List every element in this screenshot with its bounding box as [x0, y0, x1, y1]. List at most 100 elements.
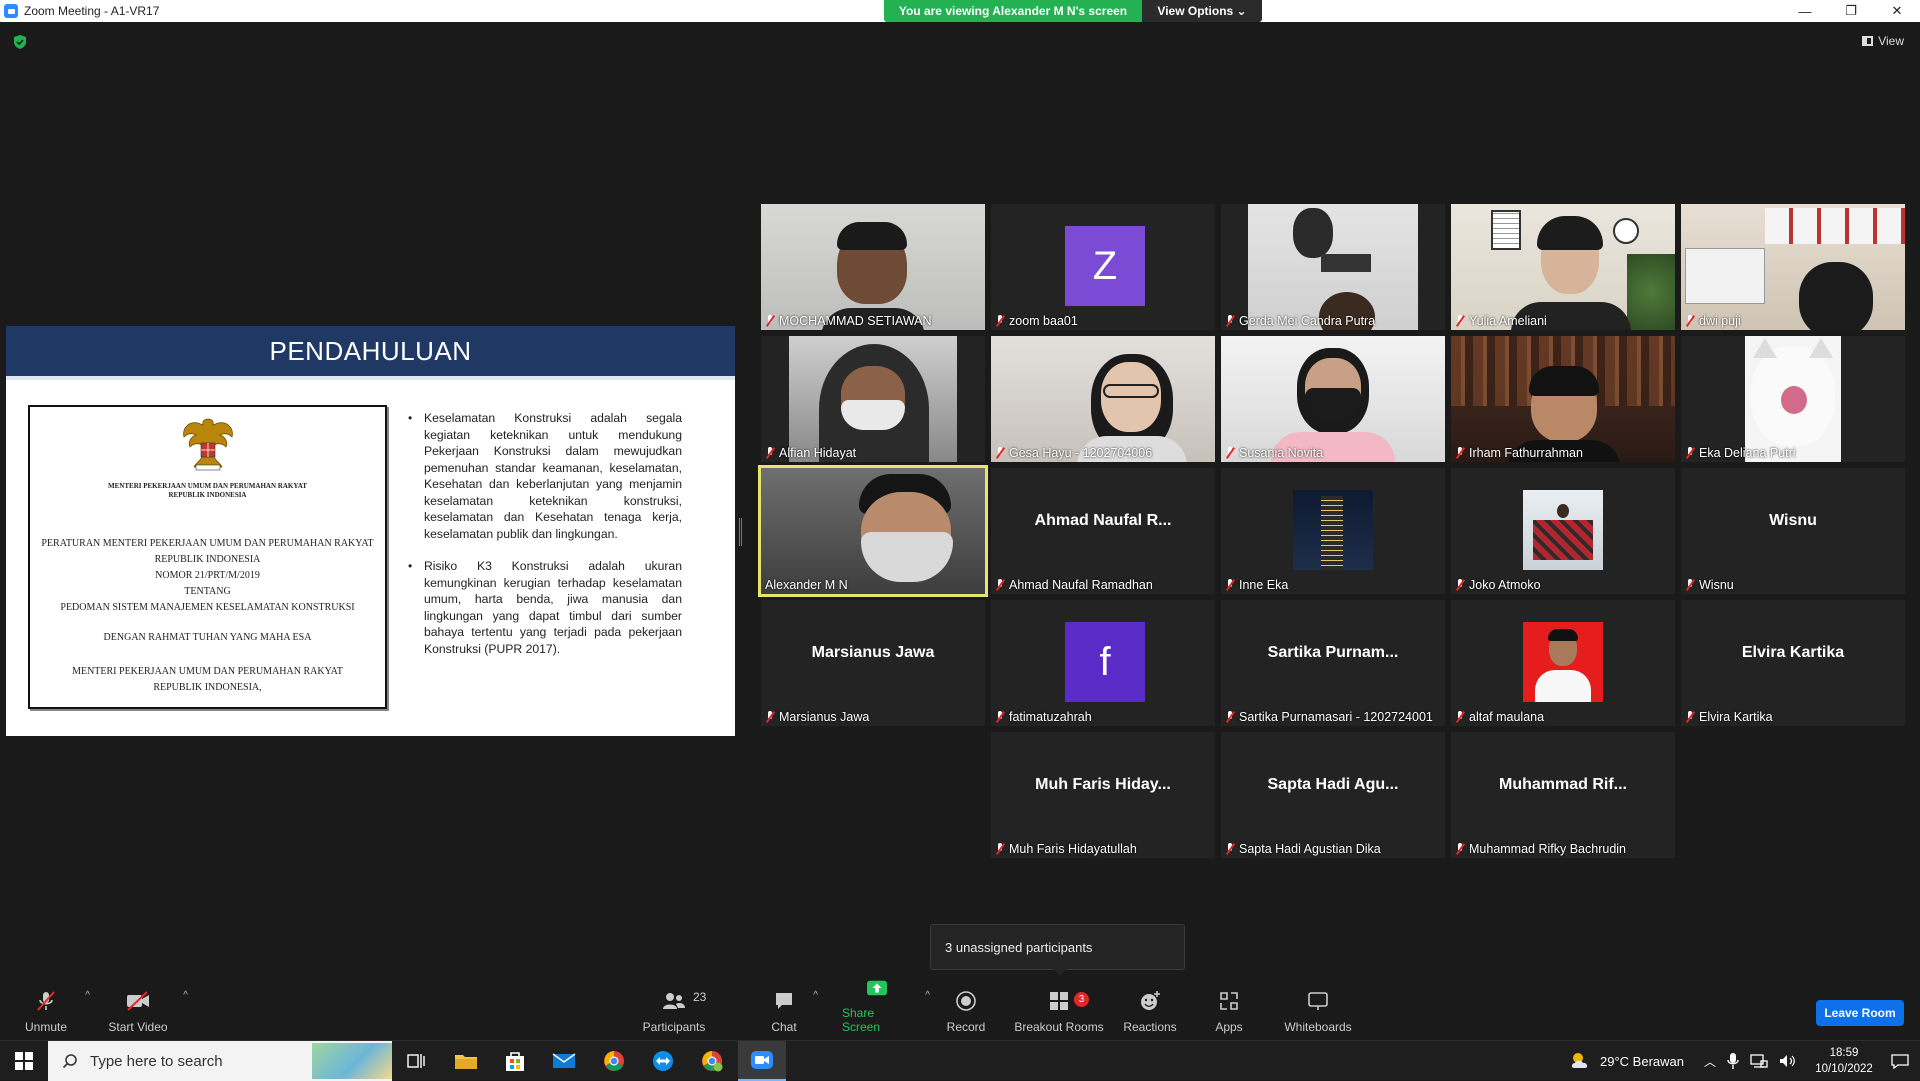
video-tile[interactable]: Gesa Hayu - 1202704006 [991, 336, 1215, 462]
figure-shawl [1533, 520, 1593, 560]
participant-display-name: Elvira Kartika [1741, 644, 1845, 661]
video-tile[interactable]: Ahmad Naufal R... Ahmad Naufal Ramadhan [991, 468, 1215, 594]
participant-name: Wisnu [1699, 578, 1734, 592]
split-view-drag-handle[interactable] [739, 518, 742, 546]
chrome-taskbar-icon[interactable] [590, 1041, 638, 1081]
chat-button[interactable]: Chat ^ [768, 978, 818, 1040]
wall-decoration [1293, 208, 1333, 258]
mic-muted-icon [995, 315, 1005, 327]
record-button[interactable]: Record [946, 978, 986, 1040]
video-tile[interactable]: Inne Eka [1221, 468, 1445, 594]
unassigned-participants-tooltip[interactable]: 3 unassigned participants [930, 924, 1185, 976]
close-button[interactable]: ✕ [1874, 0, 1920, 22]
task-view-button[interactable] [392, 1041, 440, 1081]
whiteboard [1685, 248, 1765, 304]
taskbar-search-box[interactable]: Type here to search [48, 1041, 392, 1081]
video-tile[interactable]: Joko Atmoko [1451, 468, 1675, 594]
view-options-button[interactable]: View Options ⌄ [1142, 0, 1262, 22]
unmute-button[interactable]: Unmute ^ [20, 978, 90, 1040]
teamviewer-taskbar-icon[interactable] [639, 1041, 687, 1081]
view-button[interactable]: View [1862, 34, 1904, 48]
microphone-muted-icon [37, 991, 55, 1011]
document-footer-block: MENTERI PEKERJAAN UMUM DAN PERUMAHAN RAK… [30, 664, 385, 696]
mic-muted-icon [1685, 579, 1695, 591]
video-tile[interactable]: Eka Deliana Putri [1681, 336, 1905, 462]
participant-display-name: Muh Faris Hiday... [1035, 776, 1171, 793]
mic-muted-icon [765, 447, 775, 459]
video-tile[interactable]: Wisnu Wisnu [1681, 468, 1905, 594]
weather-text[interactable]: 29°C Berawan [1600, 1054, 1684, 1069]
participant-name-label: Wisnu [1685, 578, 1734, 592]
weather-partly-cloudy-icon [1571, 1053, 1588, 1068]
share-screen-button[interactable]: Share Screen ^ [842, 978, 930, 1040]
participant-name: Muh Faris Hidayatullah [1009, 842, 1137, 856]
participant-display-name: Marsianus Jawa [811, 644, 935, 661]
reactions-button[interactable]: Reactions [1122, 978, 1178, 1040]
video-tile[interactable]: Yulia Ameliani [1451, 204, 1675, 330]
video-tile[interactable]: Muhammad Rif... Muhammad Rifky Bachrudin [1451, 732, 1675, 858]
microphone-tray-icon[interactable] [1726, 1052, 1740, 1070]
video-tile[interactable]: Alfian Hidayat [761, 336, 985, 462]
view-button-label: View [1878, 34, 1904, 48]
start-button[interactable] [0, 1041, 48, 1081]
participant-name-label: Gerda Mei Candra Putra [1225, 314, 1375, 328]
participant-name-label: Muhammad Rifky Bachrudin [1455, 842, 1626, 856]
video-tile[interactable]: Sapta Hadi Agu... Sapta Hadi Agustian Di… [1221, 732, 1445, 858]
breakout-rooms-button[interactable]: 3 Breakout Rooms [1014, 978, 1104, 1040]
video-tile[interactable]: dwi puji [1681, 204, 1905, 330]
zoom-taskbar-icon[interactable] [738, 1041, 786, 1081]
viewing-screen-banner: You are viewing Alexander M N's screen [884, 0, 1142, 22]
audio-options-caret[interactable]: ^ [85, 990, 90, 1001]
participant-display-name: Sartika Purnam... [1267, 644, 1399, 661]
video-tile[interactable]: Susania Novita [1221, 336, 1445, 462]
profile-photo [1523, 490, 1603, 570]
document-line-3: NOMOR 21/PRT/M/2019 [155, 570, 260, 581]
file-explorer-taskbar-icon[interactable] [442, 1041, 490, 1081]
mic-muted-icon [1455, 579, 1465, 591]
video-tile[interactable]: Sartika Purnam... Sartika Purnamasari - … [1221, 600, 1445, 726]
start-video-button[interactable]: Start Video ^ [106, 978, 188, 1040]
mail-taskbar-icon[interactable] [540, 1041, 588, 1081]
video-tile[interactable]: Irham Fathurrahman [1451, 336, 1675, 462]
video-tile[interactable]: altaf maulana [1451, 600, 1675, 726]
share-options-caret[interactable]: ^ [925, 990, 930, 1001]
video-tile[interactable]: MOCHAMMAD SETIAWAN [761, 204, 985, 330]
apps-button[interactable]: Apps [1214, 978, 1244, 1040]
video-tile[interactable]: Elvira Kartika Elvira Kartika [1681, 600, 1905, 726]
maximize-button[interactable]: ❐ [1828, 0, 1874, 22]
network-icon[interactable] [1750, 1053, 1768, 1069]
participant-name-label: Joko Atmoko [1455, 578, 1541, 592]
volume-icon[interactable] [1778, 1053, 1796, 1069]
leave-room-button[interactable]: Leave Room [1816, 1000, 1904, 1026]
minimize-button[interactable]: — [1782, 0, 1828, 22]
chrome-profile-taskbar-icon[interactable] [688, 1041, 736, 1081]
share-screen-label: Share Screen [842, 1006, 881, 1034]
regulation-document: MENTERI PEKERJAAN UMUM DAN PERUMAHAN RAK… [28, 405, 387, 709]
folder-icon [455, 1055, 477, 1069]
video-options-caret[interactable]: ^ [183, 990, 188, 1001]
shelf [1765, 208, 1905, 244]
participants-button[interactable]: 23 Participants [641, 978, 707, 1040]
document-line-4: TENTANG [184, 586, 231, 597]
profile-photo [1523, 622, 1603, 702]
taskbar-clock[interactable]: 18:59 10/10/2022 [1808, 1045, 1880, 1077]
chat-options-caret[interactable]: ^ [813, 990, 818, 1001]
whiteboards-button[interactable]: Whiteboards [1282, 978, 1354, 1040]
active-speaker-tile[interactable]: Alexander M N [758, 465, 988, 597]
system-tray: 29°C Berawan ︿ 18:59 10/10/2022 [1568, 1041, 1920, 1081]
participant-name-label: Ahmad Naufal Ramadhan [995, 578, 1153, 592]
video-tile[interactable]: f fatimatuzahrah [991, 600, 1215, 726]
microsoft-store-taskbar-icon[interactable] [491, 1041, 539, 1081]
video-tile[interactable]: Z zoom baa01 [991, 204, 1215, 330]
video-tile[interactable]: Gerda Mei Candra Putra [1221, 204, 1445, 330]
notification-center-icon[interactable] [1880, 1052, 1920, 1070]
participant-display-name: Wisnu [1769, 512, 1817, 529]
tray-overflow-chevron-icon[interactable]: ︿ [1704, 1053, 1716, 1070]
apps-icon [1220, 992, 1238, 1010]
photo-shirt [1535, 670, 1591, 702]
avatar-letter: f [1099, 639, 1111, 684]
video-tile[interactable]: Marsianus Jawa Marsianus Jawa [761, 600, 985, 726]
participant-name-label: Sapta Hadi Agustian Dika [1225, 842, 1381, 856]
participants-icon [663, 993, 685, 1009]
video-tile[interactable]: Muh Faris Hiday... Muh Faris Hidayatulla… [991, 732, 1215, 858]
